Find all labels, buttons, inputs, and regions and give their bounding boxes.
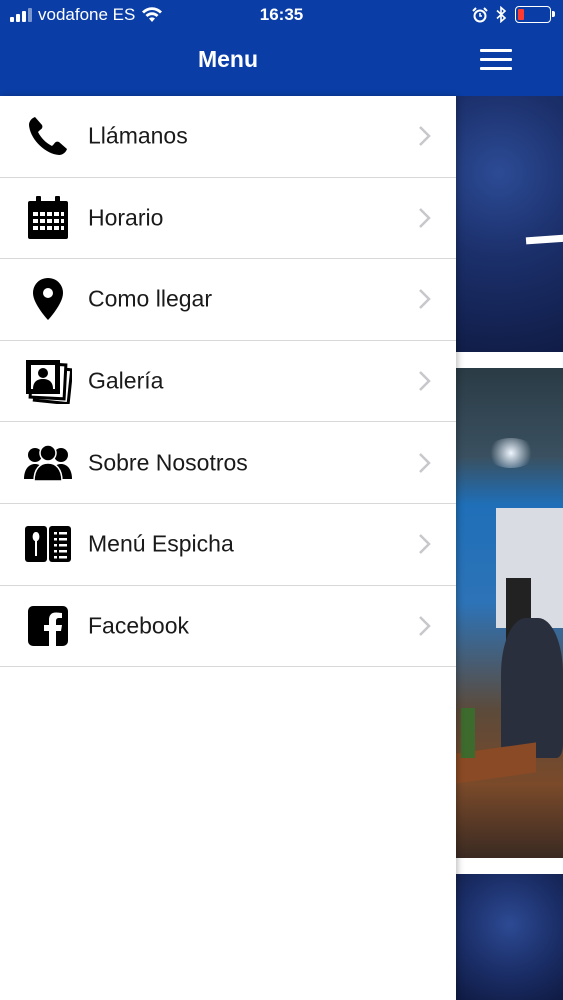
menu-item-label: Sobre Nosotros [88,449,248,476]
menu-item-label: Horario [88,204,164,231]
photo-top [456,96,563,352]
photo-gallery-icon [24,357,72,405]
group-icon [24,439,72,487]
chevron-right-icon [419,126,431,147]
menu-item-menu-espicha[interactable]: Menú Espicha [0,504,456,586]
menu-item-sobre-nosotros[interactable]: Sobre Nosotros [0,422,456,504]
bluetooth-icon [496,6,507,23]
status-bar: vodafone ES 16:35 [0,0,563,32]
alarm-icon [472,6,488,22]
battery-icon [515,6,555,23]
menu-item-como-llegar[interactable]: Como llegar [0,259,456,341]
chevron-right-icon [419,615,431,636]
menu-item-label: Como llegar [88,285,212,312]
facebook-icon [24,602,72,650]
location-pin-icon [24,275,72,323]
menu-item-horario[interactable]: Horario [0,178,456,260]
chevron-right-icon [419,371,431,391]
phone-icon [24,112,72,160]
photo-restaurant-interior [456,368,563,858]
menu-item-label: Facebook [88,612,190,639]
chevron-right-icon [419,534,431,555]
menu-item-label: Galería [88,367,164,394]
menu-item-galeria[interactable]: Galería [0,341,456,423]
page-title: Menu [197,46,259,72]
hamburger-menu-icon[interactable] [480,49,512,71]
menu-item-label: Llámanos [88,122,188,149]
background-content [456,96,563,1000]
chevron-right-icon [419,452,431,473]
photo-bottom [456,874,563,1000]
side-menu: Llámanos Horario Como llegar Galería Sob… [0,96,456,1000]
menu-item-facebook[interactable]: Facebook [0,586,456,668]
calendar-icon [24,194,72,242]
status-right [472,6,555,23]
menu-item-label: Menú Espicha [88,530,234,557]
chevron-right-icon [419,208,431,228]
menu-item-llamanos[interactable]: Llámanos [0,96,456,178]
chevron-right-icon [419,289,431,310]
menu-book-icon [24,520,72,568]
